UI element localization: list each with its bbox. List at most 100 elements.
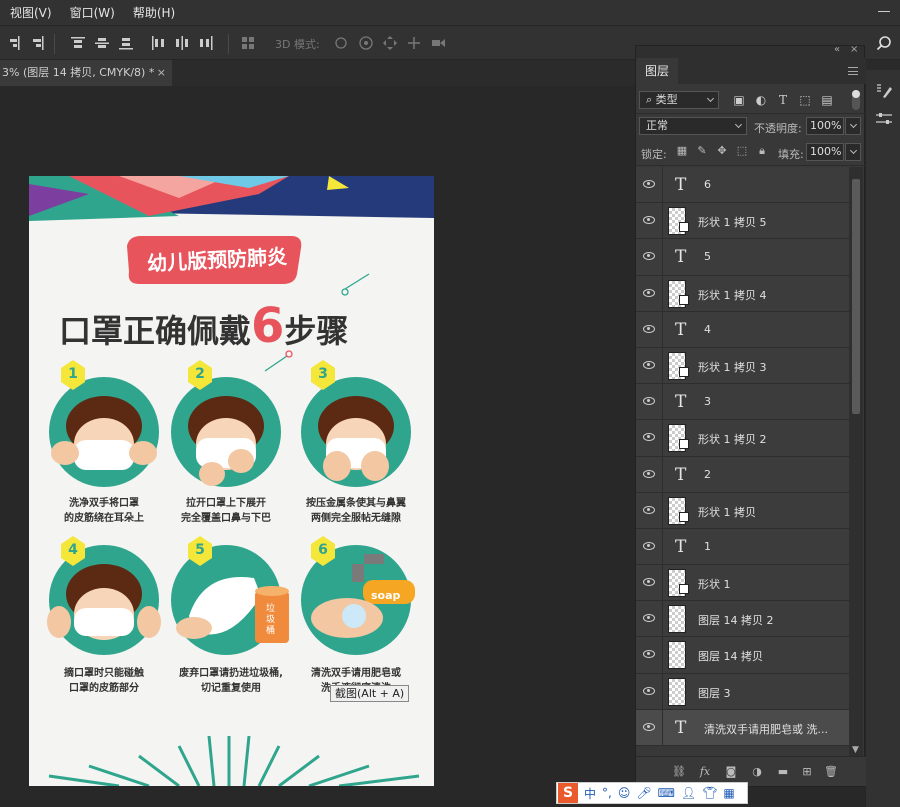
visibility-eye-icon[interactable] <box>643 578 655 587</box>
visibility-eye-icon[interactable] <box>643 180 655 188</box>
align-right-edges-icon[interactable] <box>6 35 22 51</box>
layer-name[interactable]: 形状 1 拷贝 4 <box>698 287 767 303</box>
new-adjustment-layer-icon[interactable]: ◑ <box>750 765 764 779</box>
visibility-eye-icon[interactable] <box>643 216 655 225</box>
layer-name[interactable]: 6 <box>704 178 711 191</box>
close-panel-icon[interactable]: × <box>850 44 858 55</box>
menu-view[interactable]: 视图(V) <box>0 4 60 21</box>
visibility-eye-icon[interactable] <box>643 288 655 297</box>
layer-row[interactable]: T4 <box>636 311 849 348</box>
layer-name[interactable]: 形状 1 拷贝 2 <box>698 431 767 447</box>
blend-mode-select[interactable]: 正常 <box>639 117 747 135</box>
visibility-eye-icon[interactable] <box>643 397 655 406</box>
layer-name[interactable]: 4 <box>704 323 711 336</box>
layer-name[interactable]: 图层 14 拷贝 2 <box>698 612 774 628</box>
lock-transparent-icon[interactable]: ▦ <box>676 145 688 157</box>
layer-row[interactable]: 图层 14 拷贝 <box>636 637 849 674</box>
layer-name[interactable]: 1 <box>704 540 711 553</box>
new-group-icon[interactable]: ▬ <box>776 765 790 779</box>
sogou-logo[interactable]: S <box>558 783 578 803</box>
opacity-dropdown[interactable] <box>845 117 861 135</box>
menu-help[interactable]: 帮助(H) <box>123 4 183 21</box>
filter-adjustment-icon[interactable]: ◐ <box>754 93 768 107</box>
emoji-icon[interactable]: ☺ <box>618 786 631 800</box>
layer-name[interactable]: 清洗双手请用肥皂或 洗... <box>704 721 828 737</box>
3d-pan-icon[interactable] <box>382 35 398 51</box>
ime-lang[interactable]: 中 <box>584 785 596 802</box>
visibility-eye-icon[interactable] <box>643 324 655 333</box>
layer-style-icon[interactable]: fx <box>698 765 712 779</box>
visibility-eye-icon[interactable] <box>643 541 655 550</box>
layer-name[interactable]: 形状 1 拷贝 5 <box>698 214 767 230</box>
visibility-eye-icon[interactable] <box>643 360 655 369</box>
filter-kind-select[interactable]: ⌕ 类型 <box>639 91 719 109</box>
layers-scrollbar[interactable]: ▼ <box>849 167 863 757</box>
layer-row[interactable]: 图层 3 <box>636 673 849 710</box>
align-bottom-icon[interactable] <box>118 35 134 51</box>
3d-roll-icon[interactable] <box>358 35 374 51</box>
fill-dropdown[interactable] <box>845 143 861 161</box>
adjustments-icon[interactable] <box>875 110 893 128</box>
scrollbar-thumb[interactable] <box>852 179 860 414</box>
layer-row[interactable]: T1 <box>636 528 849 566</box>
document-tab[interactable]: 3% (图层 14 拷贝, CMYK/8) * × <box>0 60 172 86</box>
visibility-eye-icon[interactable] <box>643 505 655 514</box>
layer-row[interactable]: 形状 1 拷贝 2 <box>636 420 849 457</box>
layer-row[interactable]: T2 <box>636 456 849 493</box>
lock-artboard-icon[interactable]: ⬚ <box>736 145 748 157</box>
3d-slide-icon[interactable] <box>406 35 422 51</box>
microphone-icon[interactable]: 🎤︎ <box>636 786 651 800</box>
align-left-edges-icon[interactable] <box>28 35 44 51</box>
layer-row[interactable]: T6 <box>636 167 849 204</box>
visibility-eye-icon[interactable] <box>643 252 655 261</box>
visibility-eye-icon[interactable] <box>643 650 655 659</box>
lock-all-icon[interactable]: 🔒︎ <box>756 145 768 157</box>
add-mask-icon[interactable]: ◙ <box>724 765 738 779</box>
align-top-icon[interactable] <box>70 35 86 51</box>
menu-window[interactable]: 窗口(W) <box>60 4 123 21</box>
layer-name[interactable]: 5 <box>704 250 711 263</box>
filter-type-icon[interactable]: T <box>776 93 790 107</box>
keyboard-icon[interactable]: ⌨ <box>658 786 675 800</box>
visibility-eye-icon[interactable] <box>643 614 655 623</box>
layer-name[interactable]: 形状 1 拷贝 3 <box>698 359 767 375</box>
filter-smart-object-icon[interactable]: ▤ <box>820 93 834 107</box>
panel-menu-icon[interactable] <box>848 67 858 75</box>
layer-row[interactable]: 图层 14 拷贝 2 <box>636 601 849 638</box>
layer-name[interactable]: 3 <box>704 395 711 408</box>
distribute-right-icon[interactable] <box>198 35 214 51</box>
tab-layers[interactable]: 图层 <box>636 58 678 84</box>
layer-row[interactable]: 形状 1 拷贝 3 <box>636 347 849 385</box>
link-layers-icon[interactable]: ⛓︎ <box>672 765 686 779</box>
layer-row[interactable]: T5 <box>636 239 849 276</box>
3d-scale-icon[interactable] <box>430 35 446 51</box>
close-tab-icon[interactable]: × <box>157 60 166 86</box>
fill-input[interactable]: 100% <box>806 143 844 161</box>
layer-row[interactable]: 形状 1 拷贝 <box>636 492 849 529</box>
brush-settings-icon[interactable] <box>875 82 893 100</box>
scroll-down-icon[interactable]: ▼ <box>852 745 859 755</box>
collapse-panel-icon[interactable]: « <box>834 44 840 55</box>
toolbox-icon[interactable]: ▦ <box>723 786 734 800</box>
new-layer-icon[interactable]: ⊞ <box>800 765 814 779</box>
opacity-input[interactable]: 100% <box>806 117 844 135</box>
layer-name[interactable]: 2 <box>704 468 711 481</box>
layer-name[interactable]: 图层 3 <box>698 685 731 701</box>
align-vertical-center-icon[interactable] <box>94 35 110 51</box>
layer-row[interactable]: T3 <box>636 384 849 421</box>
3d-orbit-icon[interactable] <box>333 35 349 51</box>
filter-pixel-icon[interactable]: ▣ <box>732 93 746 107</box>
layer-row[interactable]: 形状 1 拷贝 5 <box>636 203 849 240</box>
delete-layer-icon[interactable]: 🗑︎ <box>824 765 838 779</box>
minimize-icon[interactable] <box>878 11 890 12</box>
distribute-spacing-icon[interactable] <box>240 35 256 51</box>
distribute-left-icon[interactable] <box>150 35 166 51</box>
layer-name[interactable]: 图层 14 拷贝 <box>698 648 763 664</box>
layer-row[interactable]: 形状 1 拷贝 4 <box>636 275 849 312</box>
distribute-horizontal-center-icon[interactable] <box>174 35 190 51</box>
visibility-eye-icon[interactable] <box>643 722 655 731</box>
user-icon[interactable]: 👤︎ <box>681 786 696 800</box>
layer-row[interactable]: 形状 1 <box>636 565 849 602</box>
layer-name[interactable]: 形状 1 拷贝 <box>698 504 756 520</box>
search-icon[interactable] <box>876 35 892 51</box>
